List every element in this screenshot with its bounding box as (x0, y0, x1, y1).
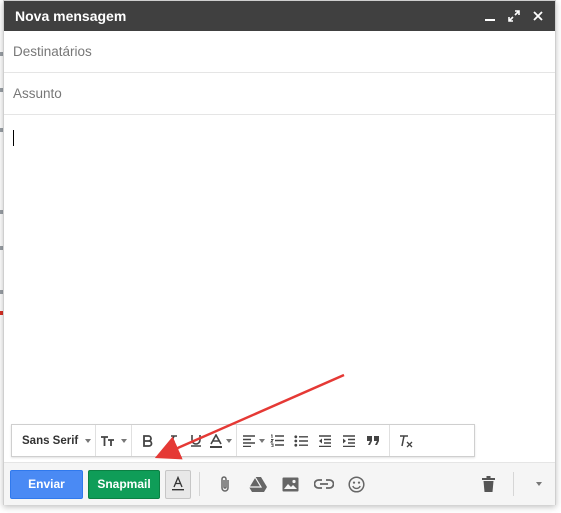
paragraph-group (237, 425, 391, 456)
drive-icon[interactable] (241, 469, 274, 499)
close-icon[interactable] (531, 9, 545, 23)
remove-formatting-icon (400, 434, 413, 447)
clear-format-group (390, 425, 422, 456)
font-family-select[interactable]: Sans Serif (16, 429, 92, 453)
chevron-down-icon (121, 438, 128, 443)
compose-title: Nova mensagem (15, 8, 127, 24)
paperclip-icon[interactable] (208, 469, 241, 499)
bulleted-list-icon (294, 434, 309, 447)
align-button[interactable] (241, 429, 265, 453)
underline-button[interactable] (184, 429, 208, 453)
indent-less-button[interactable] (313, 429, 337, 453)
snapmail-button[interactable]: Snapmail (88, 469, 160, 499)
font-family-label: Sans Serif (22, 434, 79, 447)
subject-input[interactable] (13, 86, 555, 101)
toolbar-divider (513, 472, 514, 496)
text-cursor (13, 130, 14, 146)
quote-icon (367, 436, 380, 445)
compose-titlebar[interactable]: Nova mensagem (4, 1, 555, 31)
font-size-group (96, 425, 133, 456)
numbered-list-button[interactable] (265, 429, 289, 453)
chevron-down-icon (225, 438, 232, 443)
toolbar-divider (199, 472, 200, 496)
bold-icon (143, 434, 153, 447)
recipients-field[interactable] (4, 31, 555, 73)
bold-button[interactable] (136, 429, 160, 453)
bulleted-list-button[interactable] (289, 429, 313, 453)
numbered-list-icon (270, 434, 285, 447)
trash-icon[interactable] (472, 469, 505, 499)
font-size-button[interactable] (100, 429, 128, 453)
link-icon[interactable] (307, 469, 340, 499)
text-style-group (132, 425, 238, 456)
message-body[interactable] (4, 117, 555, 417)
recipients-input[interactable] (13, 44, 555, 59)
font-size-icon (101, 435, 115, 446)
remove-formatting-button[interactable] (394, 429, 418, 453)
text-color-icon (209, 433, 222, 448)
indent-more-button[interactable] (337, 429, 361, 453)
expand-icon[interactable] (507, 9, 521, 23)
font-family-group: Sans Serif (12, 425, 97, 456)
chevron-down-icon (258, 438, 265, 443)
more-options-caret (535, 482, 542, 486)
quote-button[interactable] (361, 429, 385, 453)
formatting-options-icon (172, 476, 184, 491)
minimize-icon[interactable] (483, 9, 497, 23)
subject-field[interactable] (4, 73, 555, 115)
emoji-icon[interactable] (340, 469, 373, 499)
formatting-options-button[interactable] (165, 469, 191, 499)
compose-actions: Enviar Snapmail (4, 462, 555, 505)
formatting-toolbar: Sans Serif (11, 424, 475, 457)
photo-icon[interactable] (274, 469, 307, 499)
italic-icon (167, 434, 178, 447)
text-color-button[interactable] (208, 429, 232, 453)
underline-icon (191, 435, 202, 447)
indent-more-icon (343, 434, 356, 447)
italic-button[interactable] (160, 429, 184, 453)
compose-window: Nova mensagem Sans Serif (3, 0, 556, 505)
window-controls (483, 9, 555, 23)
send-button[interactable]: Enviar (10, 469, 83, 499)
align-icon (242, 434, 255, 447)
indent-less-icon (319, 434, 332, 447)
chevron-down-icon[interactable] (522, 469, 555, 499)
chevron-down-icon (85, 438, 92, 443)
